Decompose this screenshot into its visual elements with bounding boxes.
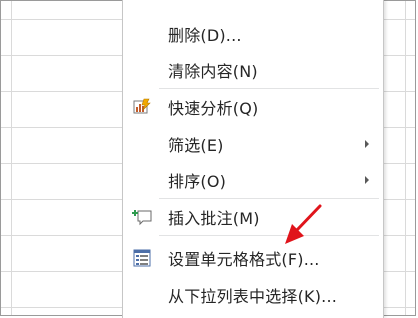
annotation-arrow-icon bbox=[285, 204, 322, 244]
